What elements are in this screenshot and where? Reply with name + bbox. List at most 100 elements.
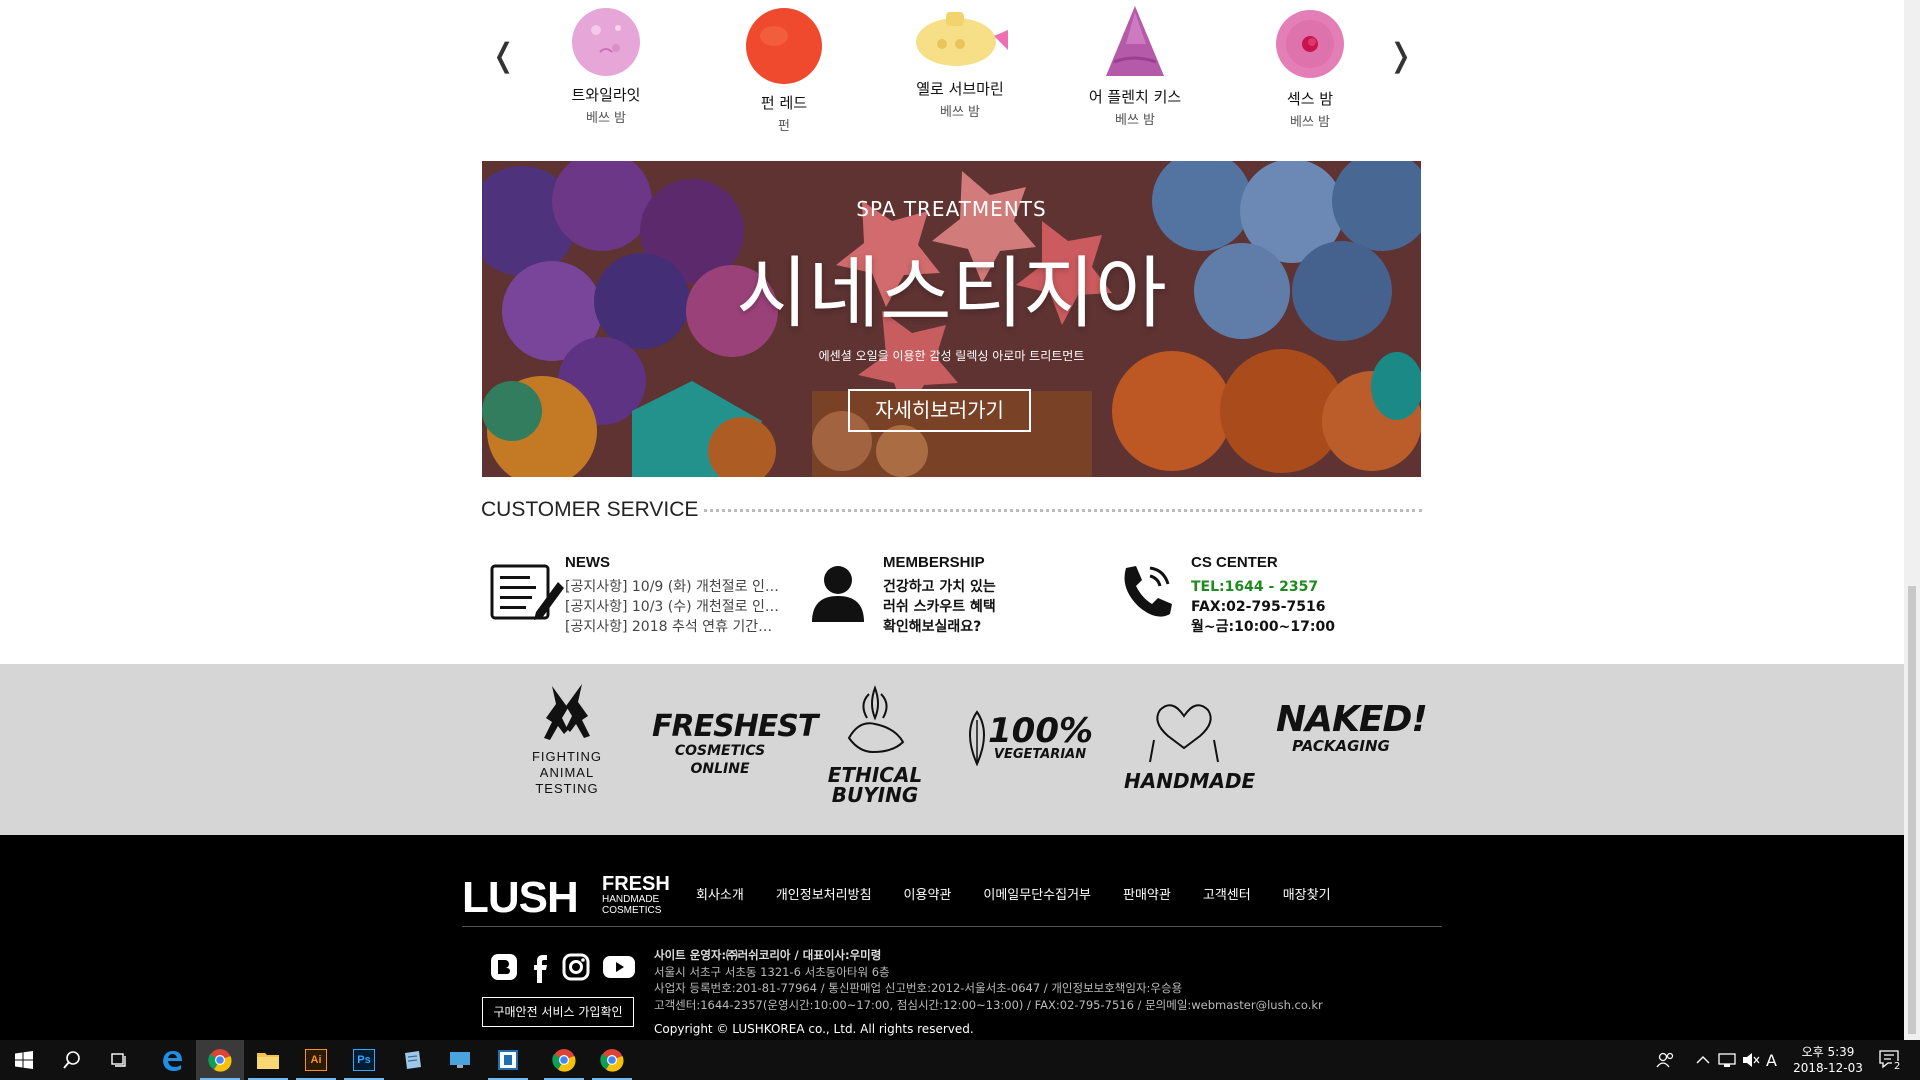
hand-holding-plant-icon — [847, 685, 905, 754]
value-ethical-buying: ETHICAL BUYING — [800, 684, 950, 805]
taskbar-app-window[interactable] — [484, 1040, 532, 1080]
footer-link-store-finder[interactable]: 매장찾기 — [1283, 884, 1331, 903]
taskbar-app-remote-desktop[interactable] — [436, 1040, 484, 1080]
tray-overflow-button[interactable] — [1696, 1040, 1710, 1080]
product-category: 베쓰 밤 — [1289, 115, 1330, 130]
volume-button[interactable] — [1742, 1040, 1760, 1080]
product-image-sex-bomb — [1276, 10, 1344, 78]
cs-center-hours: 월~금:10:00~17:00 — [1191, 619, 1335, 635]
product-name: 펀 레드 — [760, 94, 808, 112]
carousel-item-yellow-submarine[interactable]: 옐로 서브마린 베쓰 밤 — [880, 6, 1040, 120]
product-image-fun-red — [746, 8, 822, 84]
youtube-icon[interactable] — [602, 953, 636, 981]
safe-purchase-button[interactable]: 구매안전 서비스 가입확인 — [482, 997, 634, 1027]
value-label: HANDMADE — [1124, 769, 1256, 793]
value-naked-packaging: NAKED! PACKAGING — [1276, 702, 1428, 755]
input-method-indicator[interactable]: A — [1766, 1040, 1777, 1080]
people-button[interactable] — [1656, 1040, 1676, 1080]
product-category: 베쓰 밤 — [939, 105, 980, 120]
page-scrollbar[interactable] — [1904, 0, 1920, 1040]
network-icon — [1718, 1053, 1736, 1067]
banner-kicker: SPA TREATMENTS — [856, 197, 1047, 221]
bunnies-icon — [544, 684, 590, 740]
product-name: 옐로 서브마린 — [916, 80, 1004, 98]
news-item[interactable]: [공지사항] 2018 추석 연휴 기간… — [565, 617, 783, 637]
heart-hands-icon — [1149, 704, 1219, 763]
carousel-prev-button[interactable]: ❬ — [490, 36, 517, 74]
notes-app-icon — [405, 1051, 421, 1069]
product-category: 베쓰 밤 — [585, 111, 626, 126]
membership-line: 러쉬 스카우트 혜택 — [883, 599, 996, 615]
value-100-vegetarian: 100% VEGETARIAN — [968, 710, 1093, 766]
carousel-item-a-french-kiss[interactable]: 어 플렌치 키스 베쓰 밤 — [1055, 4, 1215, 128]
logo-cosmetics: COSMETICS — [602, 905, 662, 916]
footer-link-customer-center[interactable]: 고객센터 — [1203, 884, 1251, 903]
folder-icon — [257, 1053, 279, 1069]
taskbar-app-photoshop[interactable]: Ps — [340, 1040, 388, 1080]
product-category: 펀 — [778, 119, 790, 134]
blog-icon[interactable] — [490, 953, 518, 981]
carousel-next-button[interactable]: ❭ — [1387, 36, 1414, 74]
news-item[interactable]: [공지사항] 10/9 (화) 개천절로 인… — [565, 577, 783, 597]
product-image-a-french-kiss — [1106, 6, 1164, 76]
volume-muted-icon — [1743, 1053, 1760, 1067]
product-name: 어 플렌치 키스 — [1088, 88, 1182, 106]
footer-link-sales-terms[interactable]: 판매약관 — [1123, 884, 1171, 903]
task-view-button[interactable] — [96, 1040, 144, 1080]
footer-link-privacy[interactable]: 개인정보처리방침 — [776, 884, 872, 903]
taskbar-app-file-explorer[interactable] — [244, 1040, 292, 1080]
taskbar-app-edge[interactable] — [148, 1040, 196, 1080]
footer-link-company[interactable]: 회사소개 — [696, 884, 744, 903]
monitor-icon — [450, 1052, 470, 1068]
value-label: ETHICAL BUYING — [827, 763, 923, 807]
scrollbar-thumb[interactable] — [1908, 586, 1916, 1034]
system-clock[interactable]: 오후 5:39 2018-12-03 — [1782, 1044, 1874, 1076]
footer-link-terms[interactable]: 이용약관 — [904, 884, 952, 903]
carousel-item-sex-bomb[interactable]: 섹스 밤 베쓰 밤 — [1230, 6, 1390, 130]
start-button[interactable] — [0, 1040, 48, 1080]
social-links — [490, 953, 636, 983]
taskbar-app-chrome-active[interactable] — [196, 1040, 244, 1080]
spa-treatments-banner[interactable]: SPA TREATMENTS 시네스티지아 에센셜 오일을 이용한 감성 릴렉싱… — [482, 161, 1421, 477]
company-info-line: 사업자 등록번호:201-81-77964 / 통신판매업 신고번호:2012-… — [654, 981, 1183, 995]
banner-more-button[interactable]: 자세히보러가기 — [848, 389, 1031, 432]
news-item[interactable]: [공지사항] 10/3 (수) 개천절로 인… — [565, 597, 783, 617]
taskbar-app-chrome-2[interactable] — [540, 1040, 588, 1080]
footer-link-email-refusal[interactable]: 이메일무단수집거부 — [983, 884, 1091, 903]
value-fighting-animal-testing: FIGHTING ANIMAL TESTING — [524, 678, 610, 797]
news-block: NEWS [공지사항] 10/9 (화) 개천절로 인… [공지사항] 10/3… — [565, 554, 785, 637]
taskbar-app-chrome-3[interactable] — [588, 1040, 636, 1080]
taskbar-app-illustrator[interactable]: Ai — [292, 1040, 340, 1080]
banner-title: 시네스티지아 — [736, 249, 1167, 339]
windows-logo-icon — [15, 1051, 33, 1069]
site-footer: LUSH FRESH HANDMADE COSMETICS 회사소개 개인정보처… — [0, 835, 1904, 1040]
carousel-item-fun-red[interactable]: 펀 레드 펀 — [704, 6, 864, 134]
value-label: FRESHEST — [652, 709, 818, 744]
leaf-icon — [969, 710, 985, 766]
people-icon — [1656, 1052, 1674, 1068]
membership-block[interactable]: MEMBERSHIP 건강하고 가치 있는 러쉬 스카우트 혜택 확인해보실래요… — [883, 554, 1083, 637]
product-name: 트와일라잇 — [571, 86, 641, 104]
product-image-yellow-submarine — [916, 12, 1008, 66]
phone-icon — [1124, 566, 1172, 617]
logo-fresh: FRESH — [602, 873, 670, 895]
task-view-icon — [111, 1053, 126, 1067]
search-button[interactable] — [48, 1040, 96, 1080]
value-freshest-cosmetics: FRESHEST COSMETICS ONLINE — [652, 709, 818, 778]
instagram-icon[interactable] — [562, 953, 590, 981]
value-label: PACKAGING — [1292, 737, 1390, 755]
value-label: COSMETICS ONLINE — [674, 743, 766, 777]
action-center-button[interactable]: 2 — [1878, 1040, 1912, 1080]
network-button[interactable] — [1718, 1040, 1736, 1080]
product-category: 베쓰 밤 — [1114, 113, 1155, 128]
carousel-item-twilight[interactable]: 트와일라잇 베쓰 밤 — [526, 4, 686, 126]
news-document-icon — [490, 564, 564, 620]
facebook-icon[interactable] — [530, 953, 550, 983]
value-label-line: TESTING — [535, 781, 599, 796]
lush-logo[interactable]: LUSH FRESH HANDMADE COSMETICS — [462, 873, 670, 923]
clock-time: 오후 5:39 — [1801, 1045, 1855, 1059]
banner-description: 에센셜 오일을 이용한 감성 릴렉싱 아로마 트리트먼트 — [818, 349, 1085, 363]
cs-center-tel[interactable]: TEL:1644 - 2357 — [1191, 577, 1391, 597]
taskbar-app-notes[interactable] — [388, 1040, 436, 1080]
photoshop-icon: Ps — [353, 1049, 375, 1071]
